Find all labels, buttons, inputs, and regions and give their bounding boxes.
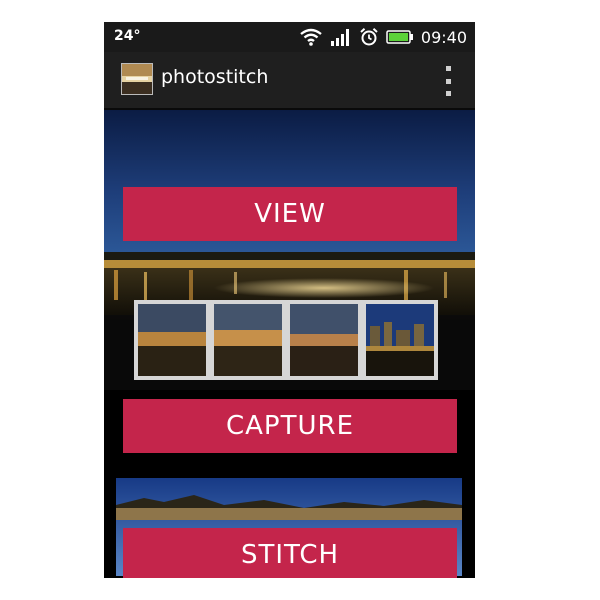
main-content: VIEW CAPTURE STITCH: [104, 110, 475, 578]
view-button[interactable]: VIEW: [123, 187, 457, 241]
app-icon[interactable]: [121, 63, 153, 95]
thumbnail-2[interactable]: [210, 300, 286, 380]
thumbnail-3[interactable]: [286, 300, 362, 380]
capture-button[interactable]: CAPTURE: [123, 399, 457, 453]
status-icons: 09:40: [299, 25, 467, 49]
thumbnail-4[interactable]: [362, 300, 438, 380]
signal-icon: [330, 29, 349, 46]
status-bar: 24° 09:40: [104, 22, 475, 52]
phone-screen: 24° 09:40 photostitch VIEW CAPTURE STITC…: [104, 22, 475, 578]
action-bar: photostitch: [104, 52, 475, 110]
alarm-icon: [360, 28, 378, 46]
battery-icon: [386, 30, 413, 44]
overflow-menu-icon[interactable]: [443, 66, 453, 96]
stitch-button[interactable]: STITCH: [123, 528, 457, 578]
temperature-indicator: 24°: [114, 28, 141, 44]
clock: 09:40: [420, 27, 467, 47]
app-title: photostitch: [161, 66, 269, 88]
wifi-icon: [300, 28, 322, 46]
thumbnail-1[interactable]: [134, 300, 210, 380]
